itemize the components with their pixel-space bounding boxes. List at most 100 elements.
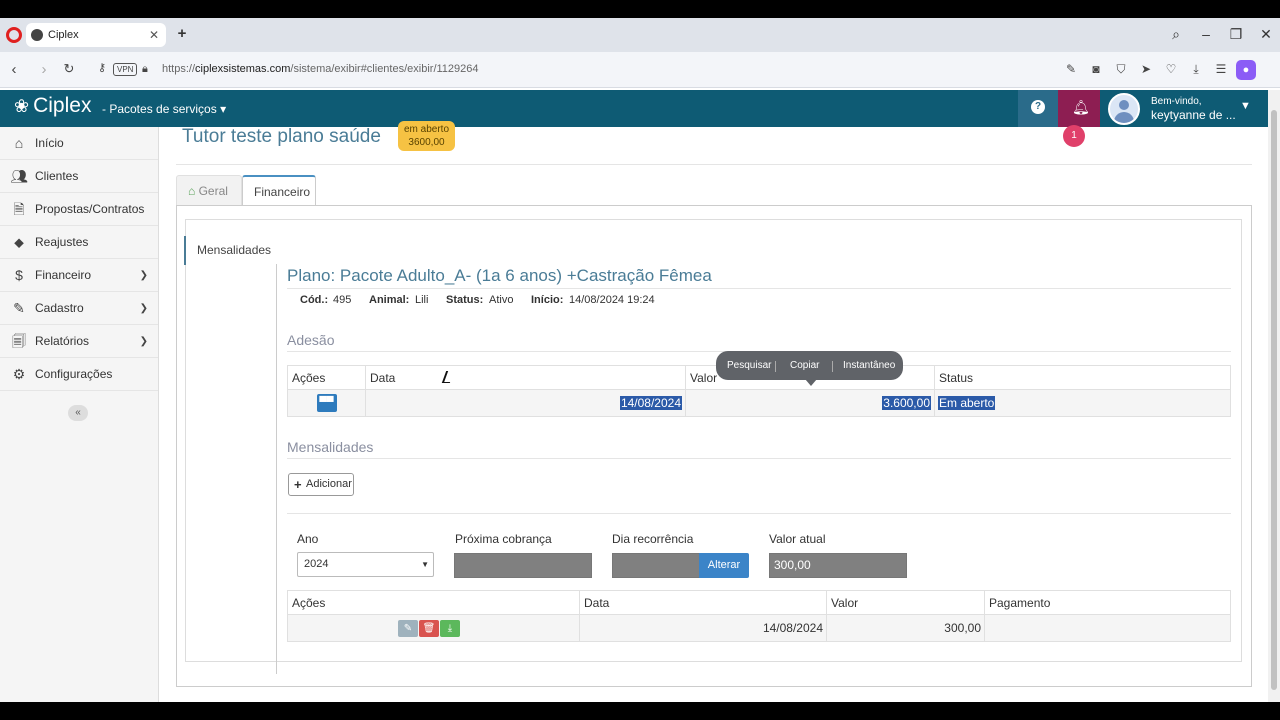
ano-select[interactable]: 2024 ▼ — [297, 552, 434, 577]
forward-icon[interactable]: › — [36, 61, 52, 78]
popover-copy-button[interactable]: Copiar — [790, 351, 819, 380]
sidebar-item-propostas[interactable]: 🗎 Propostas/Contratos — [0, 193, 158, 226]
avatar[interactable] — [1108, 93, 1140, 125]
delete-button[interactable]: 🗑︎ — [419, 619, 439, 637]
download-icon[interactable]: ⤓ — [1188, 62, 1204, 77]
ano-label: Ano — [297, 532, 319, 546]
add-button[interactable]: + Adicionar — [288, 473, 354, 496]
address-bar: ‹ › ↻ ⚷ VPN 🔒︎ https://ciplexsistemas.co… — [0, 52, 1280, 88]
vpn-badge[interactable]: VPN — [113, 63, 138, 76]
divider — [287, 458, 1231, 459]
column-header: Pagamento — [984, 590, 1231, 615]
gears-icon: ⚙ — [12, 366, 26, 382]
print-button[interactable]: ▀▀ — [316, 394, 337, 412]
key-icon[interactable]: ⚷ — [94, 61, 110, 74]
browser-tab[interactable]: Ciplex ✕ — [26, 23, 166, 47]
sidebar-item-configuracoes[interactable]: ⚙ Configurações — [0, 358, 158, 391]
payment-button[interactable]: ⤓ — [440, 619, 460, 637]
alterar-button[interactable]: Alterar — [699, 553, 749, 578]
page-scrollbar[interactable] — [1268, 90, 1280, 702]
selection-popover: Pesquisar Copiar Instantâneo — [716, 351, 903, 386]
ano-select-value: 2024 — [304, 558, 329, 570]
edit-button[interactable]: ✎ — [398, 619, 418, 637]
tab-financeiro[interactable]: Financeiro — [242, 175, 316, 206]
notifications-button[interactable]: 🔔︎ — [1058, 90, 1100, 127]
popover-snapshot-button[interactable]: Instantâneo — [843, 351, 895, 380]
profile-icon[interactable]: ● — [1236, 60, 1256, 80]
column-header: Status — [934, 365, 1231, 390]
column-header: Ações — [287, 365, 366, 390]
help-button[interactable]: ? — [1018, 90, 1058, 127]
divider — [276, 264, 277, 674]
sidebar-item-financeiro[interactable]: $ Financeiro ❯ — [0, 259, 158, 292]
status-value: Ativo — [489, 294, 514, 306]
status-badge: em aberto 3600,00 — [398, 121, 455, 151]
users-icon: 👥︎ — [10, 168, 28, 184]
url-field[interactable]: https://ciplexsistemas.com/sistema/exibi… — [162, 63, 479, 75]
tags-icon: ⬥ — [14, 234, 24, 250]
popover-search-button[interactable]: Pesquisar — [727, 351, 771, 380]
send-icon[interactable]: ➤ — [1138, 62, 1154, 76]
chevron-down-icon: ▼ — [421, 560, 429, 569]
dollar-icon: $ — [15, 267, 23, 283]
document-icon: 🗎 — [13, 201, 25, 217]
package-menu-label: - Pacotes de serviços — [102, 102, 217, 116]
sidebar-item-relatorios[interactable]: 🗐 Relatórios ❯ — [0, 325, 158, 358]
ciplex-favicon-icon — [31, 29, 43, 41]
heart-icon[interactable]: ♡ — [1163, 62, 1179, 76]
proxima-cobranca-field — [454, 553, 592, 578]
sidebar-item-inicio[interactable]: ⌂ Início — [0, 127, 158, 160]
opera-logo-icon[interactable] — [6, 27, 22, 43]
back-icon[interactable]: ‹ — [6, 61, 22, 78]
chevron-down-icon: ❯ — [139, 270, 148, 281]
actions-cell: ▀▀ — [287, 389, 366, 417]
tab-geral[interactable]: ⌂ Geral — [176, 175, 242, 206]
cod-value: 495 — [333, 294, 352, 306]
table-header-row: Ações Data Valor Pagamento — [287, 590, 1231, 615]
user-menu-caret-icon[interactable]: ▼ — [1240, 100, 1251, 112]
value-cell: 3.600,00 — [685, 389, 935, 417]
sidebar-item-label: Propostas/Contratos — [35, 202, 145, 216]
sidebar-item-label: Relatórios — [35, 334, 90, 348]
animal-label: Animal: — [369, 294, 410, 306]
edit-page-icon[interactable]: ✎ — [1063, 62, 1079, 76]
camera-icon[interactable]: ◙ — [1088, 62, 1104, 76]
close-window-icon[interactable]: ✕ — [1258, 26, 1274, 43]
sidebar-item-reajustes[interactable]: ⬥ Reajustes — [0, 226, 158, 259]
caret-down-icon: ▾ — [220, 102, 227, 116]
bell-icon: 🔔︎ — [1072, 99, 1090, 115]
tab-strip: Ciplex ✕ + ⌕ – ❐ ✕ — [0, 18, 1280, 52]
collapse-sidebar-icon[interactable]: « — [68, 405, 88, 421]
actions-cell: ✎ 🗑︎ ⤓ — [287, 614, 580, 642]
tab-label: Financeiro — [254, 185, 311, 199]
tab-label: Geral — [198, 184, 228, 198]
add-button-label: Adicionar — [306, 478, 352, 490]
minimize-icon[interactable]: – — [1198, 26, 1214, 42]
divider — [176, 164, 1252, 165]
shield-icon[interactable]: ⛉ — [1113, 62, 1129, 77]
valor-atual-label: Valor atual — [769, 532, 826, 546]
sidebar-item-cadastro[interactable]: ✎ Cadastro ❯ — [0, 292, 158, 325]
dia-recorrencia-label: Dia recorrência — [612, 532, 694, 546]
column-header: Ações — [287, 590, 580, 615]
section-title-adesao: Adesão — [287, 332, 335, 348]
status-label: Status: — [446, 294, 484, 306]
question-icon: ? — [1031, 100, 1045, 114]
restore-icon[interactable]: ❐ — [1228, 26, 1244, 43]
brand-logo[interactable]: ❀ Ciplex — [14, 94, 91, 118]
close-tab-icon[interactable]: ✕ — [149, 23, 159, 47]
side-tab-mensalidades[interactable]: Mensalidades — [184, 236, 277, 265]
search-tabs-icon[interactable]: ⌕ — [1168, 26, 1184, 43]
date-cell: 14/08/2024 — [579, 614, 827, 642]
user-name[interactable]: keytyanne de ... — [1151, 108, 1236, 122]
package-menu[interactable]: - Pacotes de serviços ▾ — [102, 102, 226, 116]
lock-icon[interactable]: 🔒︎ — [142, 63, 148, 76]
new-tab-icon[interactable]: + — [174, 26, 190, 42]
valor-atual-field: 300,00 — [769, 553, 907, 578]
sidebar-item-clientes[interactable]: 👥︎ Clientes — [0, 160, 158, 193]
dia-recorrencia-field — [612, 553, 700, 578]
reload-icon[interactable]: ↻ — [61, 61, 77, 77]
notification-count-badge: 1 — [1063, 125, 1085, 147]
app-header: ❀ Ciplex - Pacotes de serviços ▾ ? 🔔︎ Bem… — [0, 90, 1268, 127]
menu-icon[interactable]: ☰ — [1213, 62, 1229, 76]
